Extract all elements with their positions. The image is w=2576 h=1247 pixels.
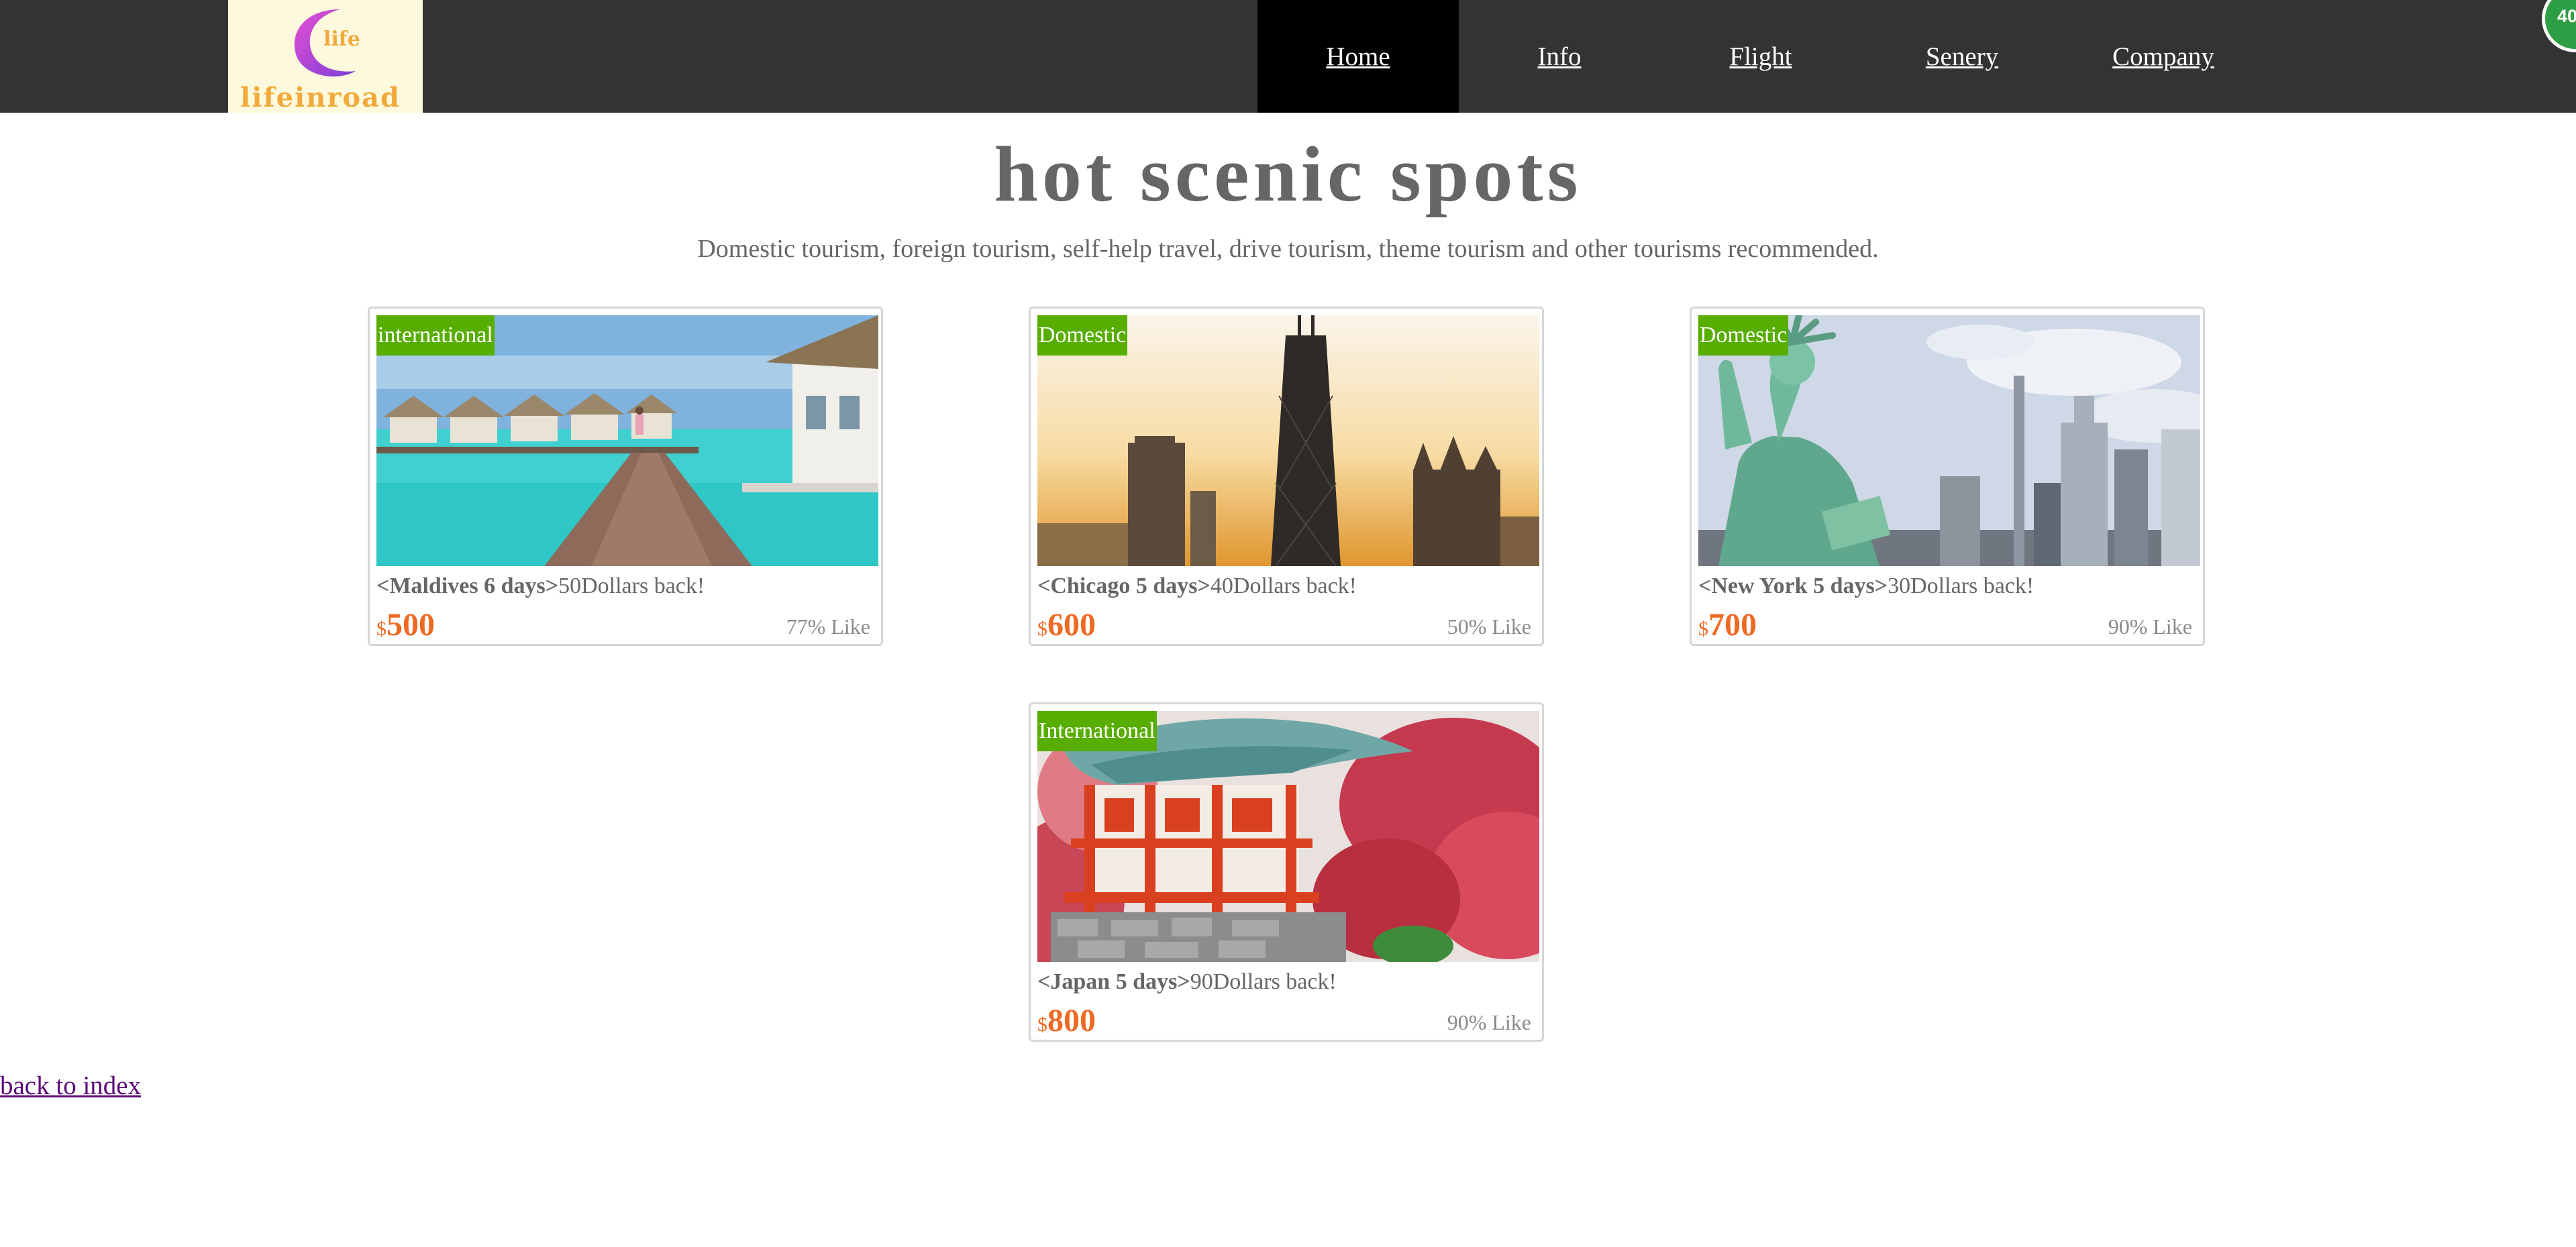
currency-symbol: $ [1037, 618, 1047, 640]
page-title: hot scenic spots [994, 130, 1582, 218]
category-tag: Domestic [1698, 315, 1789, 356]
tour-price: $500 [376, 606, 435, 651]
nav-item-info[interactable]: Info [1459, 0, 1660, 113]
category-tag: International [1037, 711, 1157, 751]
price-amount: 600 [1047, 607, 1096, 643]
like-rate: 90% Like [2108, 614, 2192, 639]
top-navigation-bar: life lifeinroad Home Info Flight Senery … [0, 0, 2576, 113]
tour-card[interactable]: International <Japan 5 days>90Dollars ba… [1029, 702, 1544, 1042]
tour-name: <Maldives 6 days> [376, 574, 559, 598]
nav-item-home[interactable]: Home [1257, 0, 1459, 113]
nav-label: Home [1326, 42, 1390, 71]
nav-label: Info [1537, 42, 1582, 71]
tour-name: <Japan 5 days> [1037, 969, 1190, 994]
tour-summary: <Maldives 6 days>50Dollars back! [376, 572, 878, 601]
price-amount: 800 [1047, 1003, 1096, 1038]
like-rate: 50% Like [1447, 614, 1531, 639]
nav-item-company[interactable]: Company [2063, 0, 2264, 113]
like-rate: 77% Like [786, 614, 870, 639]
tour-price: $700 [1698, 606, 1757, 651]
price-amount: 500 [387, 607, 435, 643]
nav-label: Flight [1729, 42, 1792, 71]
site-logo[interactable]: life lifeinroad [228, 0, 423, 113]
currency-symbol: $ [376, 618, 387, 640]
logo-mark-text: life [323, 28, 360, 51]
nav-label: Senery [1925, 42, 1999, 71]
like-rate: 90% Like [1447, 1010, 1531, 1034]
tour-price: $800 [1037, 1002, 1096, 1047]
category-tag: Domestic [1037, 315, 1128, 356]
nav-item-flight[interactable]: Flight [1660, 0, 1861, 113]
nav-item-senery[interactable]: Senery [1861, 0, 2063, 113]
tour-offer: 90Dollars back! [1190, 969, 1337, 994]
category-tag: international [376, 315, 495, 356]
floating-badge[interactable]: 40 [2542, 0, 2576, 52]
tour-card[interactable]: Domestic <New York 5 days>30Dollars back… [1690, 307, 2205, 646]
tour-card[interactable]: international <Maldives 6 days>50Dollars… [368, 307, 883, 646]
price-amount: 700 [1708, 607, 1757, 643]
tour-offer: 30Dollars back! [1888, 574, 2034, 598]
badge-count: 40 [2557, 6, 2576, 26]
tour-price: $600 [1037, 606, 1096, 651]
back-to-index-link[interactable]: back to index [0, 1071, 141, 1101]
tour-card[interactable]: Domestic <Chicago 5 days>40Dollars back!… [1029, 307, 1544, 646]
nav-label: Company [2112, 42, 2214, 71]
page-subtitle: Domestic tourism, foreign tourism, self-… [697, 235, 1879, 263]
tour-offer: 40Dollars back! [1210, 574, 1357, 598]
currency-symbol: $ [1698, 618, 1708, 640]
tour-offer: 50Dollars back! [558, 574, 705, 598]
tour-name: <New York 5 days> [1698, 574, 1888, 598]
logo-wordmark: lifeinroad [240, 82, 401, 113]
currency-symbol: $ [1037, 1014, 1047, 1036]
tour-summary: <Chicago 5 days>40Dollars back! [1037, 572, 1539, 601]
tour-summary: <New York 5 days>30Dollars back! [1698, 572, 2200, 601]
tour-name: <Chicago 5 days> [1037, 574, 1210, 598]
tour-summary: <Japan 5 days>90Dollars back! [1037, 967, 1539, 997]
logo-crescent-icon: life [294, 9, 360, 77]
